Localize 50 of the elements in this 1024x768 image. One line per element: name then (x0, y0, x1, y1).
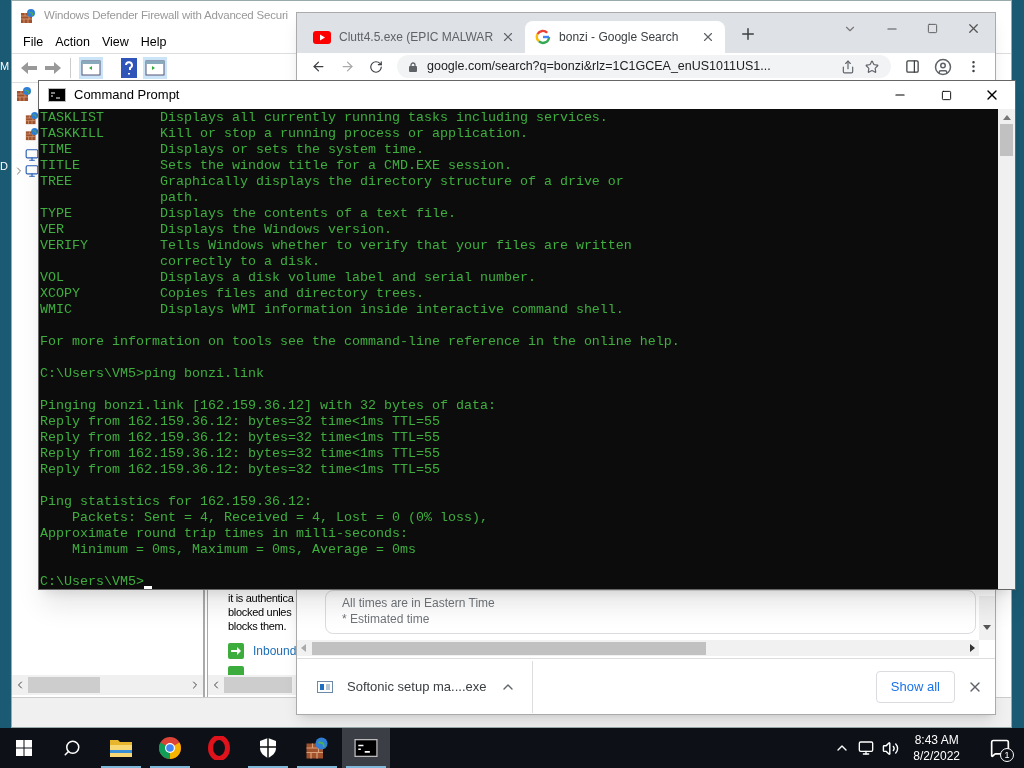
console-line: TREE Graphically displays the directory structure of a drive or (40, 174, 625, 190)
console-line: TIME Displays or sets the system time. (40, 142, 425, 158)
tab-title: Clutt4.5.exe (EPIC MALWAR (339, 29, 494, 46)
download-file-name[interactable]: Softonic setup ma....exe (347, 676, 487, 697)
clock-time: 8:43 AM (914, 732, 959, 748)
window-title: Command Prompt (74, 86, 181, 105)
console-line: TASKKILL Kill or stop a running process or application. (40, 126, 529, 142)
address-bar[interactable]: google.com/search?q=bonzi&rlz=1C1GCEA_enUS1011US1... (397, 55, 891, 78)
console-line: VOL Displays a disk volume label and serial number. (40, 270, 537, 286)
console-line: VERIFY Tells Windows whether to verify that your files are written (40, 238, 633, 254)
card-text: * Estimated time (342, 611, 430, 627)
console-line: Pinging bonzi.link [162.159.36.12] with 32 bytes of data: (40, 398, 497, 414)
console-line: VER Displays the Windows version. (40, 222, 393, 238)
console-line: WMIC Displays WMI information inside interactive command shell. (40, 302, 625, 318)
console-line: For more information on tools see the command-line reference in the online help. (40, 334, 681, 350)
console-line: correctly to a disk. (158, 254, 321, 270)
console-line: Packets: Sent = 4, Received = 4, Lost = 0 (0% loss), (71, 510, 489, 526)
console-line: C:\Users\VM5>ping bonzi.link (40, 366, 265, 382)
menu-item[interactable]: View (96, 32, 134, 52)
console-line: TITLE Sets the window title for a CMD.EXE session. (40, 158, 513, 174)
browser-tab[interactable]: bonzi - Google Search (525, 21, 726, 53)
clock-date: 8/2/2022 (913, 748, 960, 764)
console-line: Ping statistics for 162.159.36.12: (40, 494, 313, 510)
description-text: it is authentica (228, 591, 294, 605)
console-line: Reply from 162.159.36.12: bytes=32 time<1ms TTL=55 (40, 414, 441, 430)
console-line: Reply from 162.159.36.12: bytes=32 time<1ms TTL=55 (40, 430, 441, 446)
menu-item[interactable]: Help (135, 32, 172, 52)
console-line: TYPE Displays the contents of a text file. (40, 206, 457, 222)
console-line: C:\Users\VM5> (40, 574, 144, 589)
show-all-button[interactable]: Show all (875, 670, 955, 703)
window-title: Windows Defender Firewall with Advanced Securi (44, 8, 288, 24)
desktop-icon-label: D (0, 159, 8, 174)
console-line: XCOPY Copies files and directory trees. (40, 286, 425, 302)
console-line: Approximate round trip times in milli-seconds: (40, 526, 409, 542)
console-line: path. (158, 190, 201, 206)
card-text: All times are in Eastern Time (342, 595, 495, 611)
clock[interactable]: 8:43 AM 8/2/2022 (909, 732, 964, 764)
console-line: Reply from 162.159.36.12: bytes=32 time<1ms TTL=55 (40, 462, 441, 478)
desktop-icon-label: M (0, 59, 10, 74)
console-line: Minimum = 0ms, Maximum = 0ms, Average = 0ms (71, 542, 417, 558)
tab-title: bonzi - Google Search (559, 29, 680, 46)
console-line: TASKLIST Displays all currently running tasks including services. (40, 110, 609, 126)
url-text: google.com/search?q=bonzi&rlz=1C1GCEA_enUS1011US1... (427, 58, 771, 76)
console-line: Reply from 162.159.36.12: bytes=32 time<1ms TTL=55 (40, 446, 441, 462)
menu-item[interactable]: File (18, 32, 49, 52)
description-text: blocked unles (228, 605, 292, 619)
notification-count: 1 (1000, 748, 1014, 762)
inbound-link[interactable]: Inbound (253, 642, 297, 660)
description-text: blocks them. (228, 619, 287, 633)
menu-item[interactable]: Action (50, 32, 95, 52)
